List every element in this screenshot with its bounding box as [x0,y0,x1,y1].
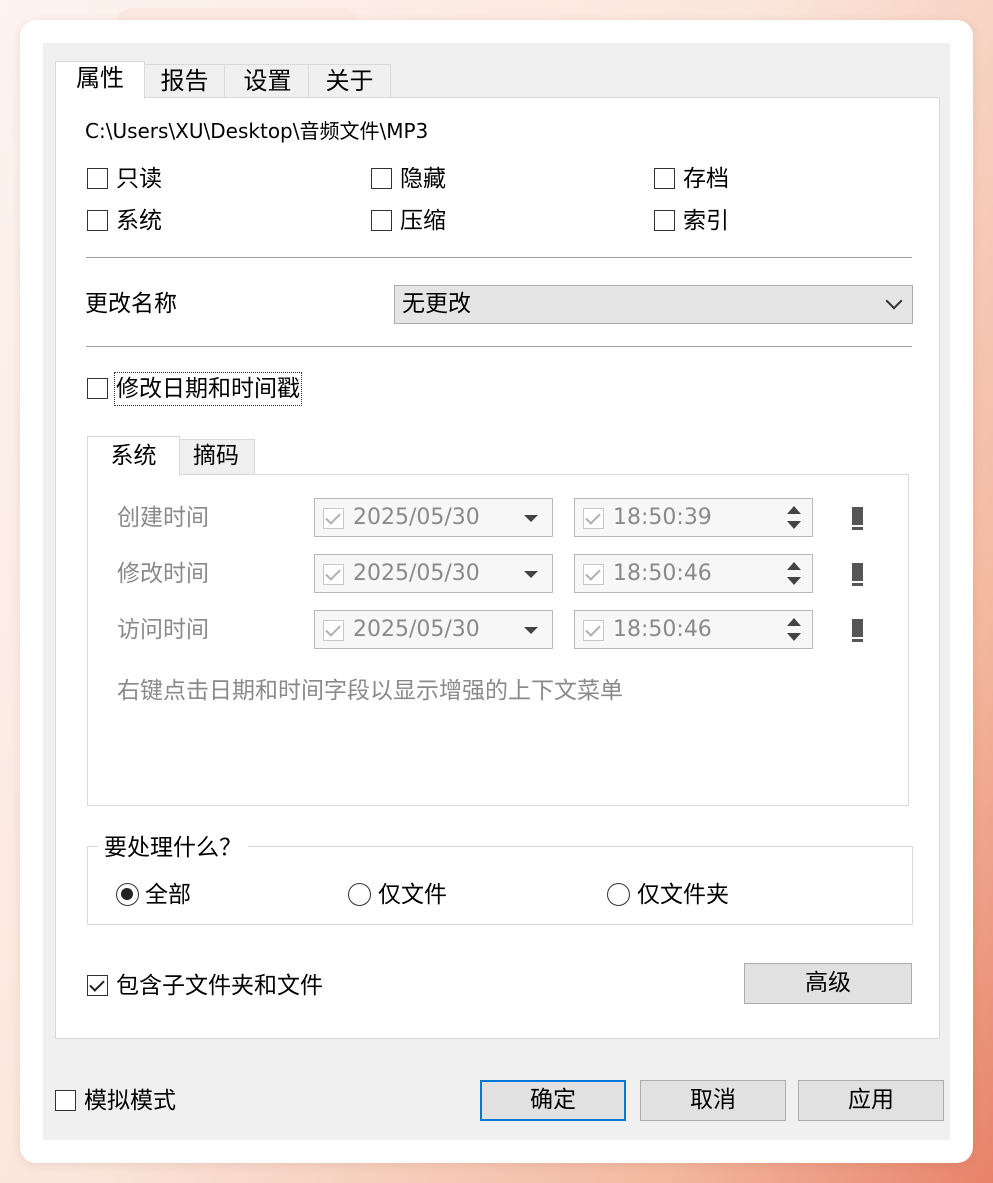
indexed-label: 索引 [683,208,729,234]
date-value: 2025/05/30 [353,505,480,530]
dropdown-arrow-icon [524,627,538,634]
rename-dropdown[interactable]: 无更改 [394,285,913,324]
calendar-icon[interactable] [852,619,863,642]
tab-system[interactable]: 系统 [87,436,180,476]
spin-down-icon[interactable] [787,577,801,585]
created-date-picker[interactable]: 2025/05/30 [314,498,553,537]
tab-report[interactable]: 报告 [142,64,227,99]
hidden-label: 隐藏 [400,166,446,192]
radio-folders-only-label: 仅文件夹 [637,882,729,908]
archive-label: 存档 [683,166,729,192]
spin-down-icon[interactable] [787,633,801,641]
date-value: 2025/05/30 [353,561,480,586]
time-checkbox[interactable] [583,508,604,529]
radio-files-only[interactable] [348,883,371,906]
radio-all[interactable] [116,883,139,906]
accessed-date-picker[interactable]: 2025/05/30 [314,610,553,649]
include-subfolders-label: 包含子文件夹和文件 [116,973,323,999]
hidden-checkbox[interactable] [371,168,392,189]
tab-digest[interactable]: 摘码 [177,439,255,476]
created-time-spinner[interactable]: 18:50:39 [574,498,813,537]
accessed-time-label: 访问时间 [117,617,209,643]
tab-settings[interactable]: 设置 [224,64,311,99]
simulate-mode-checkbox[interactable] [55,1090,76,1111]
apply-button[interactable]: 应用 [798,1080,944,1121]
radio-folders-only[interactable] [607,883,630,906]
readonly-checkbox[interactable] [87,168,108,189]
dropdown-arrow-icon [524,571,538,578]
radio-all-label: 全部 [145,882,191,908]
cancel-button[interactable]: 取消 [640,1080,786,1121]
modified-time-label: 修改时间 [117,561,209,587]
context-menu-hint: 右键点击日期和时间字段以显示增强的上下文菜单 [117,678,623,704]
time-checkbox[interactable] [583,564,604,585]
modify-timestamps-checkbox[interactable] [87,378,108,399]
time-value: 18:50:39 [613,505,712,530]
date-value: 2025/05/30 [353,617,480,642]
rename-label: 更改名称 [85,291,177,317]
advanced-button[interactable]: 高级 [744,963,912,1004]
spin-up-icon[interactable] [787,562,801,570]
tab-properties[interactable]: 属性 [55,61,145,99]
accessed-time-spinner[interactable]: 18:50:46 [574,610,813,649]
folder-path: C:\Users\XU\Desktop\音频文件\MP3 [85,119,429,143]
archive-checkbox[interactable] [654,168,675,189]
ok-button[interactable]: 确定 [480,1080,626,1121]
separator [86,257,912,258]
compressed-label: 压缩 [400,208,446,234]
created-time-label: 创建时间 [117,505,209,531]
calendar-icon[interactable] [852,563,863,586]
spin-down-icon[interactable] [787,521,801,529]
spin-up-icon[interactable] [787,506,801,514]
modified-time-spinner[interactable]: 18:50:46 [574,554,813,593]
time-checkbox[interactable] [583,620,604,641]
dropdown-arrow-icon [524,515,538,522]
calendar-icon[interactable] [852,507,863,530]
time-value: 18:50:46 [613,561,712,586]
separator [86,346,912,347]
radio-files-only-label: 仅文件 [378,882,447,908]
process-group-title: 要处理什么？ [98,833,248,863]
include-subfolders-checkbox[interactable] [87,975,108,996]
date-checkbox[interactable] [323,564,344,585]
spin-up-icon[interactable] [787,618,801,626]
chevron-down-icon [885,292,903,310]
modify-timestamps-label[interactable]: 修改日期和时间戳 [114,372,302,406]
compressed-checkbox[interactable] [371,210,392,231]
readonly-label: 只读 [116,166,162,192]
time-value: 18:50:46 [613,617,712,642]
tab-about[interactable]: 关于 [308,64,391,99]
indexed-checkbox[interactable] [654,210,675,231]
date-checkbox[interactable] [323,508,344,529]
system-label: 系统 [116,208,162,234]
system-checkbox[interactable] [87,210,108,231]
rename-value: 无更改 [402,291,471,317]
simulate-mode-label: 模拟模式 [84,1088,176,1114]
date-checkbox[interactable] [323,620,344,641]
modified-date-picker[interactable]: 2025/05/30 [314,554,553,593]
